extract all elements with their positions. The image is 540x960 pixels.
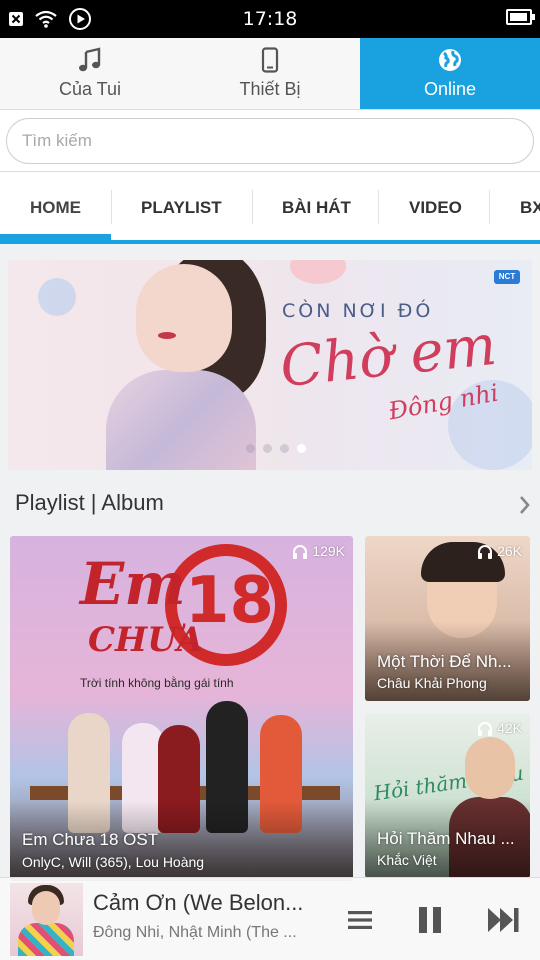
- art-logo: Em: [80, 550, 186, 618]
- section-title: Playlist | Album: [15, 490, 164, 515]
- decor-circle: [38, 278, 76, 316]
- artist-lips: [158, 332, 176, 339]
- banner-subtitle: CÒN NƠI ĐÓ: [282, 300, 434, 322]
- art-face: [32, 891, 60, 925]
- art-logo-sub: CHƯA: [88, 620, 204, 660]
- tab-playlist[interactable]: PLAYLIST: [141, 172, 222, 240]
- headphones-icon: [293, 544, 308, 559]
- playlist-card-hoi-tham-nhau[interactable]: Hỏi thăm nhau 42K Hỏi Thăm Nhau ... Khắc…: [365, 713, 530, 878]
- tab-label: Của Tui: [58, 79, 122, 99]
- tab-bai-hat[interactable]: BÀI HÁT: [282, 172, 351, 240]
- tab-divider: [111, 190, 112, 224]
- tab-divider: [378, 190, 379, 224]
- now-playing-artist: Đông Nhi, Nhật Minh (The ...: [93, 924, 297, 941]
- search-bar: [0, 110, 540, 172]
- banner-pagination: [246, 444, 306, 453]
- app-screen: 17:18 Của Tui Thiết Bị Online HOME PLAYL…: [0, 0, 540, 960]
- tab-label: Thiết Bị: [239, 79, 301, 99]
- active-tab-indicator: [0, 234, 111, 240]
- playlist-section-header[interactable]: Playlist | Album: [0, 480, 540, 528]
- pagination-dot-active[interactable]: [297, 444, 306, 453]
- playlist-card-mot-thoi[interactable]: 26K Một Thời Để Nh... Châu Khải Phong: [365, 536, 530, 701]
- listen-count: 129K: [292, 543, 345, 559]
- phone-icon: [261, 47, 279, 73]
- next-button[interactable]: [484, 900, 524, 940]
- headphones-icon: [478, 721, 493, 736]
- banner-artist-photo: [96, 260, 266, 470]
- next-icon: [488, 908, 519, 932]
- card-title: Hỏi Thăm Nhau ...: [377, 829, 515, 848]
- status-time: 17:18: [242, 8, 298, 30]
- listen-count-value: 42K: [497, 720, 522, 736]
- playlist-card-em-chua-18[interactable]: 18 Em CHƯA Trời tính không bằng gái tính…: [10, 536, 353, 881]
- queue-button[interactable]: [340, 900, 380, 940]
- card-artist: Châu Khải Phong: [377, 675, 487, 691]
- artist-outfit: [106, 370, 256, 470]
- listen-count-value: 129K: [312, 543, 345, 559]
- tab-online[interactable]: Online: [360, 38, 540, 109]
- listen-count: 26K: [477, 543, 522, 559]
- art-dress: [18, 923, 74, 956]
- tab-divider: [489, 190, 490, 224]
- globe-icon: [439, 49, 461, 71]
- tab-home[interactable]: HOME: [30, 172, 81, 240]
- tab-thiet-bi[interactable]: Thiết Bị: [180, 38, 360, 109]
- battery-level: [510, 13, 527, 21]
- tab-bxh[interactable]: BX: [520, 172, 540, 240]
- pagination-dot[interactable]: [246, 444, 255, 453]
- nct-badge: NCT: [494, 270, 520, 284]
- art-slogan: Trời tính không bằng gái tính: [80, 676, 234, 690]
- pagination-dot[interactable]: [263, 444, 272, 453]
- card-artist: Khắc Việt: [377, 852, 437, 868]
- card-title: Em Chưa 18 OST: [22, 830, 159, 849]
- pause-button[interactable]: [410, 900, 450, 940]
- tab-video[interactable]: VIDEO: [409, 172, 462, 240]
- playlist-icon: [348, 911, 372, 929]
- pause-icon: [419, 907, 441, 933]
- card-title: Một Thời Để Nh...: [377, 652, 512, 671]
- featured-banner[interactable]: CÒN NƠI ĐÓ Chờ em Đông nhi NCT: [8, 260, 532, 470]
- artist-face: [136, 264, 232, 372]
- decor-circle: [290, 260, 346, 284]
- status-bar: 17:18: [0, 0, 540, 38]
- category-tabs: HOME PLAYLIST BÀI HÁT VIDEO BX: [0, 172, 540, 244]
- art-face: [465, 737, 515, 799]
- tab-cua-tui[interactable]: Của Tui: [0, 38, 180, 109]
- search-input[interactable]: [6, 118, 534, 164]
- now-playing-title: Cảm Ơn (We Belon...: [93, 890, 304, 915]
- music-note-icon: [79, 47, 101, 72]
- listen-count-value: 26K: [497, 543, 522, 559]
- top-tab-bar: Của Tui Thiết Bị Online: [0, 38, 540, 110]
- mini-player[interactable]: Cảm Ơn (We Belon... Đông Nhi, Nhật Minh …: [0, 877, 540, 960]
- tab-label: Online: [423, 79, 477, 99]
- pagination-dot[interactable]: [280, 444, 289, 453]
- headphones-icon: [478, 544, 493, 559]
- battery-icon: [506, 9, 535, 25]
- tab-divider: [252, 190, 253, 224]
- chevron-right-icon[interactable]: [518, 494, 532, 516]
- listen-count: 42K: [477, 720, 522, 736]
- card-artist: OnlyC, Will (365), Lou Hoàng: [22, 854, 205, 870]
- now-playing-artwork: [10, 883, 83, 956]
